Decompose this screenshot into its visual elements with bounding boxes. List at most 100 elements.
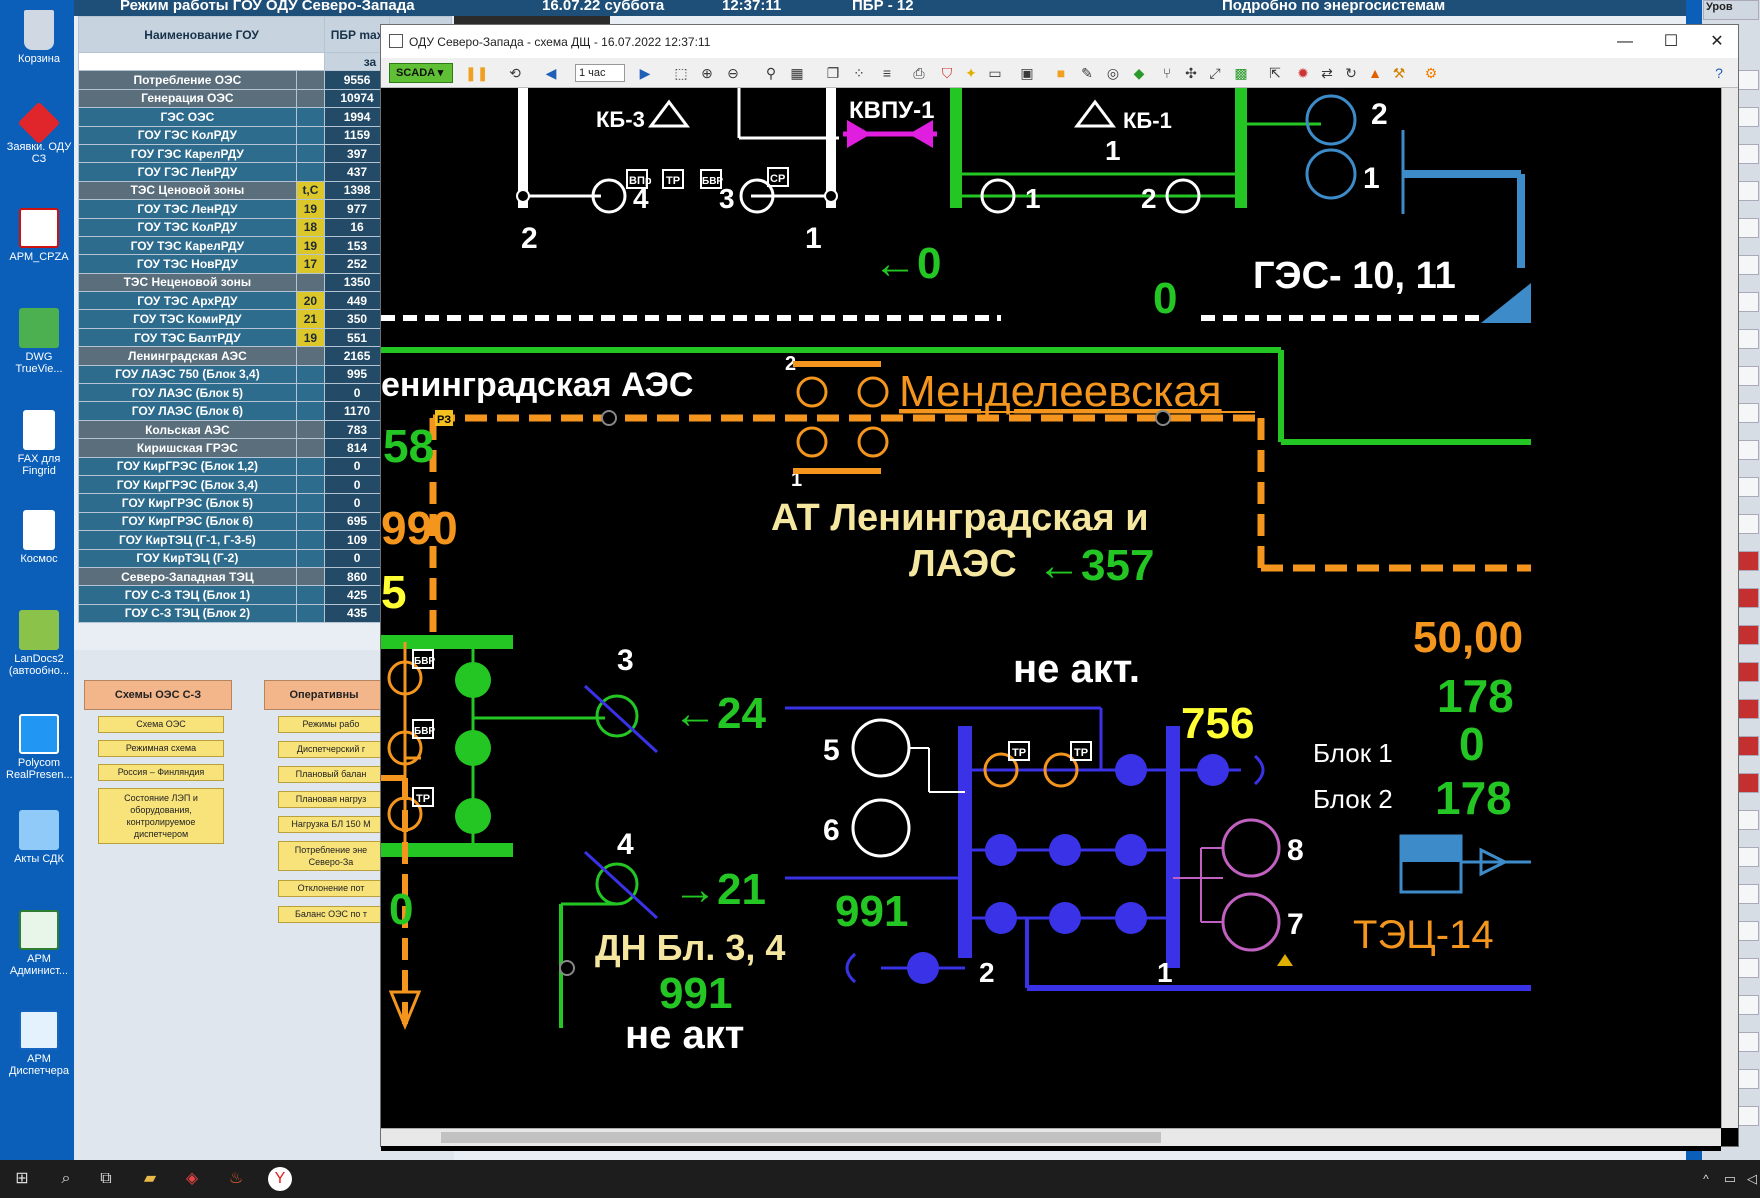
breaker-blue[interactable]	[1049, 902, 1081, 934]
requests-shortcut[interactable]: Заявки. ОДУ СЗ	[6, 101, 72, 165]
scroll-thumb[interactable]	[441, 1132, 1161, 1143]
zoom-out-icon[interactable]: ⊖	[723, 63, 743, 83]
generator-8-icon[interactable]	[1221, 818, 1281, 878]
breaker-green[interactable]	[455, 730, 491, 766]
bits-icon[interactable]: ⁘	[849, 63, 869, 83]
capacitor-kb1-icon	[1074, 99, 1116, 128]
swap-icon[interactable]: ⇄	[1317, 63, 1337, 83]
forward-icon[interactable]: ▶	[635, 63, 655, 83]
close-button[interactable]: ✕	[1694, 25, 1740, 58]
arm-admin-shortcut[interactable]: АРМ Админист...	[6, 910, 72, 977]
generator-6-icon[interactable]	[851, 798, 911, 858]
breaker-green[interactable]	[455, 662, 491, 698]
alarm-icon[interactable]: ✹	[1293, 63, 1313, 83]
sheet-detail-link[interactable]: Подробно по энергосистемам	[1222, 0, 1445, 14]
yandex-browser-icon[interactable]: Y	[268, 1167, 292, 1191]
polycom-shortcut[interactable]: Polycom RealPresen...	[6, 714, 73, 781]
minimize-button[interactable]: —	[1602, 25, 1648, 58]
transformer-1[interactable]	[1305, 148, 1357, 200]
app-icon[interactable]: ◈	[178, 1166, 206, 1192]
pause-icon[interactable]: ❚❚	[465, 63, 488, 83]
route-icon[interactable]: ⤢	[1205, 63, 1225, 83]
at-breaker[interactable]	[796, 376, 828, 408]
oper-header[interactable]: Оперативны	[264, 680, 384, 710]
oper-link[interactable]: Режимы рабо	[278, 716, 384, 733]
print-icon[interactable]: ⎙	[909, 63, 929, 83]
copy-icon[interactable]: ❐	[823, 63, 843, 83]
breaker-blue[interactable]	[1049, 834, 1081, 866]
scheme-link[interactable]: Россия – Финляндия	[98, 764, 224, 781]
file-explorer-icon[interactable]: ▰	[136, 1166, 164, 1192]
at-breaker[interactable]	[857, 426, 889, 458]
fire-app-icon[interactable]: ♨	[222, 1166, 250, 1192]
cone-icon[interactable]: ▲	[1365, 63, 1385, 83]
history-icon[interactable]: ⟲	[505, 63, 525, 83]
oper-link[interactable]: Плановая нагруз	[278, 791, 384, 808]
dwg-trueview-shortcut[interactable]: DWG TrueVie...	[6, 308, 72, 375]
binoculars-icon[interactable]: ⚲	[761, 63, 781, 83]
oper-link[interactable]: Плановый балан	[278, 766, 384, 783]
volume-tray-icon[interactable]: ◁	[1738, 1166, 1760, 1192]
tag-icon[interactable]: ◆	[1129, 63, 1149, 83]
network-icon[interactable]: ✣	[1181, 63, 1201, 83]
breaker-blue[interactable]	[1115, 902, 1147, 934]
at-breaker[interactable]	[857, 376, 889, 408]
back-icon[interactable]: ◀	[541, 63, 561, 83]
oper-link[interactable]: Потребление эне Северо-За	[278, 841, 384, 871]
at-breaker[interactable]	[796, 426, 828, 458]
arm-dispatcher-shortcut[interactable]: АРМ Диспетчера	[6, 1010, 72, 1077]
breaker-blue[interactable]	[1115, 754, 1147, 786]
oper-link[interactable]: Баланс ОЭС по т	[278, 906, 384, 923]
maximize-button[interactable]: ☐	[1648, 25, 1694, 58]
generator-7-icon[interactable]	[1221, 892, 1281, 952]
breaker-blue[interactable]	[1115, 834, 1147, 866]
breaker-blue[interactable]	[1197, 754, 1229, 786]
period-select[interactable]: 1 час	[575, 64, 625, 82]
schemes-header[interactable]: Схемы ОЭС С-З	[84, 680, 232, 710]
fit-icon[interactable]: ⬚	[671, 63, 691, 83]
fax-fingrid-shortcut[interactable]: FAX для Fingrid	[6, 410, 72, 477]
oper-link[interactable]: Нагрузка БЛ 150 М	[278, 816, 384, 833]
grid-icon[interactable]: ▩	[1231, 63, 1251, 83]
settings-icon[interactable]: ⚙	[1421, 63, 1441, 83]
note-icon[interactable]: ✎	[1077, 63, 1097, 83]
panel-icon[interactable]: ■	[1051, 63, 1071, 83]
scada-mode-button[interactable]: SCADA ▾	[389, 63, 453, 83]
breaker-blue[interactable]	[985, 834, 1017, 866]
monitor-icon[interactable]: ▣	[1017, 63, 1037, 83]
task-view-icon[interactable]: ⧉	[92, 1166, 120, 1192]
horizontal-scrollbar[interactable]	[381, 1128, 1721, 1146]
start-icon[interactable]: ⊞	[8, 1166, 36, 1192]
list-icon[interactable]: ≡	[877, 63, 897, 83]
scheme-link[interactable]: Режимная схема	[98, 740, 224, 757]
cursor-icon[interactable]: ⇱	[1265, 63, 1285, 83]
scheme-link[interactable]: Состояние ЛЭП и оборудования, контролиру…	[98, 788, 224, 844]
arm-cpza-shortcut[interactable]: АРМ_CPZA	[6, 208, 72, 263]
oper-link[interactable]: Отклонение пот	[278, 880, 384, 897]
breaker-green[interactable]	[455, 798, 491, 834]
window-icon[interactable]: ▭	[985, 63, 1005, 83]
transformer-2[interactable]	[1305, 94, 1357, 146]
kosmos-shortcut[interactable]: Космос	[6, 510, 72, 565]
vertical-scrollbar[interactable]	[1721, 88, 1738, 1128]
window-titlebar[interactable]: ОДУ Северо-Запада - схема ДЩ - 16.07.202…	[381, 25, 1738, 58]
recycle-bin-shortcut[interactable]: Корзина	[6, 10, 72, 65]
grid-scheme-canvas[interactable]: 4 3 2 1 КБ-3 ВПр ТР БВР СР КВПУ-1 1 2 КБ…	[381, 88, 1721, 1151]
akty-sdk-shortcut[interactable]: Акты СДК	[6, 810, 72, 865]
compass-icon[interactable]: ◎	[1103, 63, 1123, 83]
search-icon[interactable]: ⌕	[52, 1166, 80, 1192]
breaker-blue[interactable]	[985, 902, 1017, 934]
scheme-link[interactable]: Схема ОЭС	[98, 716, 224, 733]
filter-icon[interactable]: ⛉	[937, 63, 957, 83]
mendeleev-label[interactable]: Менделеевская	[899, 367, 1222, 416]
help-icon[interactable]: ?	[1709, 63, 1729, 83]
refresh-icon[interactable]: ↻	[1341, 63, 1361, 83]
oper-link[interactable]: Диспетчерский г	[278, 741, 384, 758]
tools-icon[interactable]: ⚒	[1389, 63, 1409, 83]
zoom-in-icon[interactable]: ⊕	[697, 63, 717, 83]
landocs-shortcut[interactable]: LanDocs2 (автообно...	[6, 610, 72, 677]
branch-icon[interactable]: ⑂	[1157, 63, 1177, 83]
generator-5-icon[interactable]	[851, 718, 911, 778]
layout-icon[interactable]: ▦	[787, 63, 807, 83]
bulb-icon[interactable]: ✦	[961, 63, 981, 83]
